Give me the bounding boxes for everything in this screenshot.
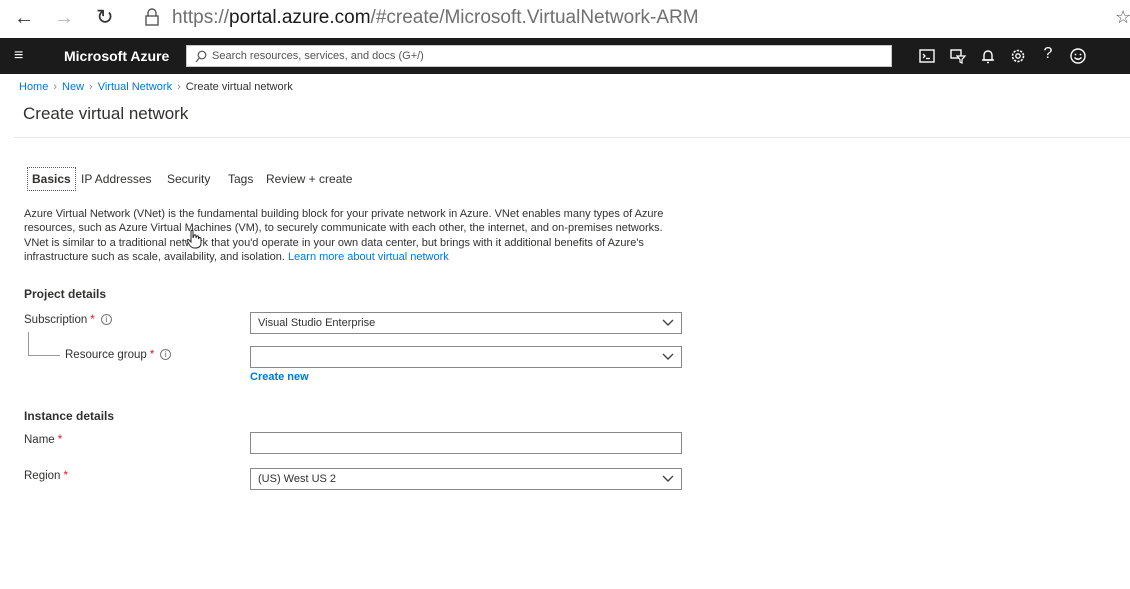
resource-group-label: Resource group * i [65,349,172,361]
project-details-heading: Project details [24,287,107,301]
back-arrow-icon[interactable]: ← [14,7,34,29]
tree-connector [28,332,60,356]
url-domain: portal.azure.com [229,7,371,28]
notifications-bell-icon[interactable] [978,46,998,66]
brand-name[interactable]: Microsoft Azure [64,48,169,64]
address-bar[interactable]: https://portal.azure.com/#create/Microso… [172,6,699,30]
subscription-label: Subscription * i [24,314,112,326]
breadcrumb-virtual-network[interactable]: Virtual Network [98,81,172,93]
chevron-down-icon [662,319,674,326]
breadcrumb-home[interactable]: Home [19,81,48,93]
search-input[interactable]: Search resources, services, and docs (G+… [186,45,892,67]
required-marker: * [63,470,68,482]
search-placeholder: Search resources, services, and docs (G+… [212,50,424,62]
create-new-link[interactable]: Create new [250,371,309,383]
chevron-right-icon: › [53,81,58,93]
chevron-right-icon: › [177,81,181,93]
chevron-down-icon [662,475,674,482]
breadcrumb-new[interactable]: New [62,81,84,93]
resource-group-select[interactable] [250,346,682,368]
settings-gear-icon[interactable] [1008,46,1028,66]
subscription-label-text: Subscription [24,314,88,326]
description-paragraph: Azure Virtual Network (VNet) is the fund… [24,207,684,264]
info-icon[interactable]: i [100,314,112,325]
required-marker: * [149,349,155,361]
lock-icon [145,8,159,26]
name-label: Name * [24,434,62,446]
resource-group-label-text: Resource group [65,349,147,361]
subscription-select[interactable]: Visual Studio Enterprise [250,312,682,334]
name-label-text: Name [24,434,55,446]
page-title: Create virtual network [23,104,189,123]
tab-basics[interactable]: Basics [27,167,76,191]
region-value: (US) West US 2 [258,473,337,485]
url-prefix: https:// [172,7,230,28]
tab-review-create[interactable]: Review + create [266,172,352,186]
hamburger-menu-icon[interactable]: ≡ [14,47,23,65]
search-icon [195,50,207,63]
breadcrumb-current: Create virtual network [185,81,293,93]
breadcrumb: Home › New › Virtual Network › Create virtual … [19,81,293,93]
region-label-text: Region [24,470,61,482]
required-marker: * [57,434,63,446]
name-input[interactable] [250,432,682,454]
feedback-smiley-icon[interactable] [1068,46,1088,66]
instance-details-heading: Instance details [24,409,115,423]
info-icon[interactable]: i [160,349,172,360]
favorite-star-icon[interactable]: ☆ [1115,7,1130,28]
cloud-shell-icon[interactable] [917,46,937,66]
directory-filter-icon[interactable] [948,46,968,66]
browser-toolbar: ← → ↻ https://portal.azure.com/#create/M… [0,0,1130,38]
help-question-icon[interactable]: ? [1038,45,1058,65]
chevron-down-icon [662,353,674,360]
forward-arrow-icon[interactable]: → [54,7,74,29]
region-select[interactable]: (US) West US 2 [250,468,682,490]
reload-icon[interactable]: ↻ [96,7,114,29]
url-path: /#create/Microsoft.VirtualNetwork-ARM [370,7,699,28]
tab-security[interactable]: Security [167,172,210,186]
subscription-value: Visual Studio Enterprise [258,317,376,329]
chevron-right-icon: › [89,81,93,93]
tab-ip-addresses[interactable]: IP Addresses [81,172,152,186]
learn-more-link[interactable]: Learn more about virtual network [288,251,449,263]
hand-cursor-icon [186,229,202,249]
azure-top-bar: ≡ Microsoft Azure Search resources, serv… [0,38,1130,74]
header-divider [14,137,1130,138]
region-label: Region * [24,470,68,482]
tab-tags[interactable]: Tags [228,172,253,186]
required-marker: * [90,314,95,326]
